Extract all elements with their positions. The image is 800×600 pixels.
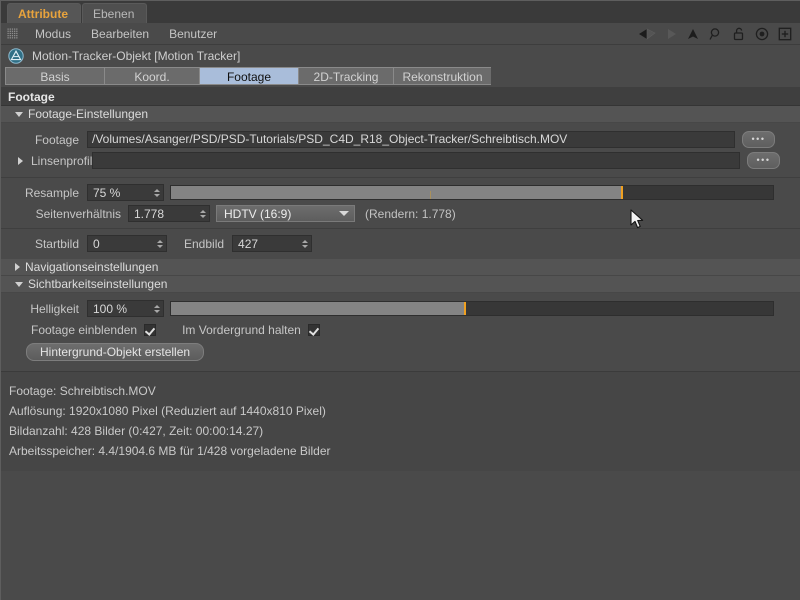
footage-info-block: Footage: Schreibtisch.MOV Auflösung: 192… — [1, 371, 800, 471]
tab-2d-tracking[interactable]: 2D-Tracking — [298, 67, 393, 85]
row-lens-profile: Linsenprofil ••• — [1, 150, 800, 171]
info-line-resolution: Auflösung: 1920x1080 Pixel (Reduziert au… — [9, 404, 326, 418]
end-frame-value: 427 — [238, 236, 259, 251]
row-footage-path: Footage /Volumes/Asanger/PSD/PSD-Tutoria… — [1, 129, 800, 150]
footage-path-input[interactable]: /Volumes/Asanger/PSD/PSD-Tutorials/PSD_C… — [87, 131, 735, 148]
start-frame-input[interactable]: 0 — [87, 235, 167, 252]
show-footage-checkbox[interactable] — [144, 323, 157, 336]
group-label-footage-settings: Footage-Einstellungen — [28, 106, 149, 121]
motion-tracker-icon — [8, 48, 24, 64]
spacer-e — [1, 364, 800, 371]
resample-stepper[interactable] — [152, 186, 161, 199]
resample-slider-tick — [429, 191, 431, 199]
brightness-slider-marker — [463, 302, 466, 315]
plus-icon[interactable] — [778, 27, 792, 41]
info-line-frame-count: Bildanzahl: 428 Bilder (0:427, Zeit: 00:… — [9, 424, 264, 438]
chevron-down-icon — [339, 211, 349, 216]
menu-item-bearbeiten[interactable]: Bearbeiten — [81, 23, 159, 45]
tab-footage[interactable]: Footage — [199, 67, 298, 85]
up-arrow-icon[interactable] — [686, 27, 700, 41]
resample-slider[interactable] — [170, 185, 774, 200]
back-arrow-icon[interactable] — [638, 27, 656, 41]
tab-koord[interactable]: Koord. — [104, 67, 199, 85]
attribute-manager-window: Attribute Ebenen Modus Bearbeiten Benutz… — [0, 0, 800, 600]
target-icon[interactable] — [755, 27, 769, 41]
label-lens-profile: Linsenprofil — [31, 153, 93, 168]
tab-basis[interactable]: Basis — [5, 67, 104, 85]
tab-rekonstruktion[interactable]: Rekonstruktion — [393, 67, 491, 85]
aspect-ratio-render-note: (Rendern: 1.778) — [365, 206, 456, 221]
grip-handle-icon[interactable] — [7, 28, 18, 39]
lens-profile-input[interactable] — [92, 152, 740, 169]
chevron-right-icon — [15, 263, 20, 271]
brightness-slider[interactable] — [170, 301, 774, 316]
window-tab-ebenen[interactable]: Ebenen — [82, 3, 148, 23]
row-brightness: Helligkeit 100 % — [1, 298, 800, 319]
aspect-ratio-input[interactable]: 1.778 — [128, 205, 210, 222]
menu-item-modus[interactable]: Modus — [25, 23, 81, 45]
object-header: Motion-Tracker-Objekt [Motion Tracker] — [1, 45, 800, 67]
info-line-memory: Arbeitsspeicher: 4.4/1904.6 MB für 1/428… — [9, 444, 331, 458]
start-frame-stepper[interactable] — [155, 237, 164, 250]
group-header-navigation-settings[interactable]: Navigationseinstellungen — [1, 259, 800, 276]
group-header-footage-settings[interactable]: Footage-Einstellungen — [1, 106, 800, 123]
start-frame-value: 0 — [93, 236, 100, 251]
aspect-ratio-value: 1.778 — [134, 206, 165, 221]
brightness-value: 100 % — [93, 301, 128, 316]
window-tab-attribute[interactable]: Attribute — [7, 3, 81, 23]
forward-arrow-icon[interactable] — [665, 27, 677, 41]
label-brightness: Helligkeit — [30, 301, 79, 316]
group-label-visibility-settings: Sichtbarkeitseinstellungen — [28, 276, 168, 291]
label-keep-foreground: Im Vordergrund halten — [182, 322, 301, 337]
chevron-right-icon[interactable] — [18, 156, 23, 165]
search-icon[interactable] — [709, 27, 723, 41]
chevron-down-icon — [15, 281, 23, 287]
tab-strip-filler — [491, 67, 800, 87]
attribute-body: Footage-Einstellungen Footage /Volumes/A… — [1, 106, 800, 471]
lens-profile-browse-button[interactable]: ••• — [747, 152, 780, 169]
section-title: Footage — [1, 88, 800, 106]
group-label-navigation-settings: Navigationseinstellungen — [25, 259, 159, 274]
resample-input[interactable]: 75 % — [87, 184, 164, 201]
brightness-stepper[interactable] — [152, 302, 161, 315]
keep-foreground-checkbox[interactable] — [307, 323, 320, 336]
tool-icon-group — [638, 27, 800, 41]
brightness-slider-fill — [171, 302, 466, 315]
resample-slider-marker — [620, 186, 623, 199]
menu-item-benutzer[interactable]: Benutzer — [159, 23, 227, 45]
aspect-ratio-preset-select[interactable]: HDTV (16:9) — [216, 205, 355, 222]
menu-bar: Modus Bearbeiten Benutzer — [1, 23, 800, 45]
info-line-footage: Footage: Schreibtisch.MOV — [9, 384, 156, 398]
label-start-frame: Startbild — [34, 236, 79, 251]
resample-value: 75 % — [93, 185, 121, 200]
chevron-down-icon — [15, 111, 23, 117]
row-resample: Resample 75 % — [1, 182, 800, 203]
lock-icon[interactable] — [732, 27, 746, 41]
label-aspect-ratio: Seitenverhältnis — [35, 206, 121, 221]
end-frame-stepper[interactable] — [300, 237, 309, 250]
create-background-object-button[interactable]: Hintergrund-Objekt erstellen — [26, 343, 205, 361]
page-title: Motion-Tracker-Objekt [Motion Tracker] — [32, 49, 241, 63]
label-footage: Footage — [34, 132, 79, 147]
window-tab-bar: Attribute Ebenen — [1, 1, 800, 23]
footage-browse-button[interactable]: ••• — [742, 131, 775, 148]
row-create-background: Hintergrund-Objekt erstellen — [1, 340, 800, 364]
brightness-input[interactable]: 100 % — [87, 300, 164, 317]
row-frame-range: Startbild 0 Endbild 427 — [1, 233, 800, 254]
aspect-ratio-stepper[interactable] — [198, 207, 207, 220]
label-resample: Resample — [24, 185, 79, 200]
attribute-tab-strip: Basis Koord. Footage 2D-Tracking Rekonst… — [1, 67, 800, 87]
label-end-frame: Endbild — [184, 236, 225, 251]
resample-slider-fill — [171, 186, 623, 199]
group-header-visibility-settings[interactable]: Sichtbarkeitseinstellungen — [1, 276, 800, 293]
row-visibility-checkboxes: Footage einblenden Im Vordergrund halten — [1, 319, 800, 340]
row-aspect-ratio: Seitenverhältnis 1.778 HDTV (16:9) (Rend… — [1, 203, 800, 224]
end-frame-input[interactable]: 427 — [232, 235, 313, 252]
label-show-footage: Footage einblenden — [31, 322, 138, 337]
aspect-ratio-preset-value: HDTV (16:9) — [224, 206, 292, 221]
